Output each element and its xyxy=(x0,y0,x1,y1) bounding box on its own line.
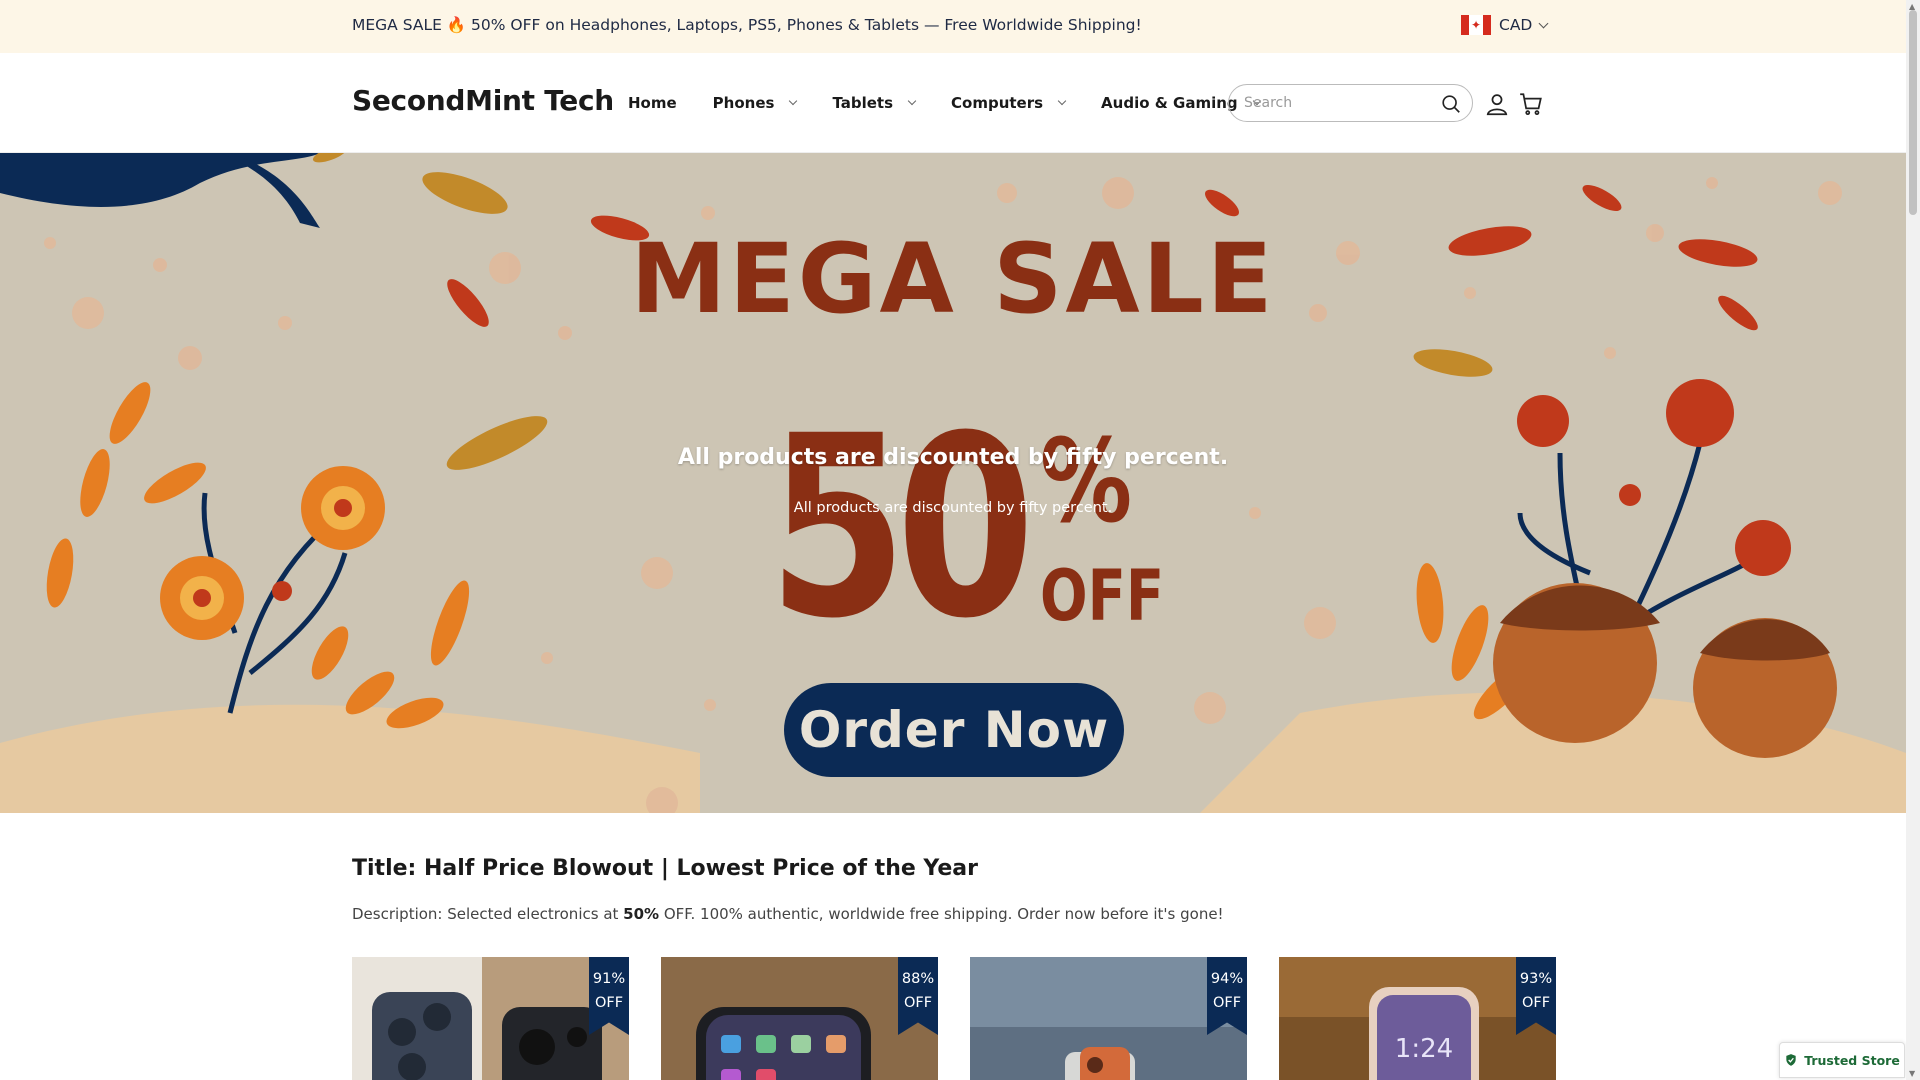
nav-item-label: Tablets xyxy=(832,94,894,112)
hero-percent-sign: % xyxy=(1040,415,1133,549)
trusted-store-label: Trusted Store xyxy=(1804,1052,1900,1068)
product-image xyxy=(970,957,1247,1080)
hero-discount-number: 50 xyxy=(768,382,1035,673)
nav-item-tablets[interactable]: Tablets xyxy=(832,94,917,112)
nav-item-computers[interactable]: Computers xyxy=(951,94,1067,112)
product-card[interactable]: 94% OFF xyxy=(970,957,1247,1080)
cart-icon[interactable] xyxy=(1518,91,1544,117)
discount-word: OFF xyxy=(1521,995,1551,1011)
product-image xyxy=(661,957,938,1080)
product-image: 1:24 xyxy=(1279,957,1556,1080)
collection-description-part: OFF. 100% authentic, worldwide free ship… xyxy=(659,905,1224,923)
hero-overlay-subheading: All products are discounted by fifty per… xyxy=(793,500,1113,516)
left-flowers xyxy=(160,466,385,640)
svg-text:1:24: 1:24 xyxy=(1395,1034,1453,1064)
page-scrollbar[interactable]: ▲ ▼ xyxy=(1906,0,1920,1080)
collection-title: Title: Half Price Blowout | Lowest Price… xyxy=(352,856,978,881)
discount-word: OFF xyxy=(1212,995,1242,1011)
trusted-store-badge[interactable]: Trusted Store xyxy=(1779,1042,1905,1078)
currency-label: CAD xyxy=(1499,16,1533,34)
nav-item-phones[interactable]: Phones xyxy=(712,94,798,112)
announcement-bar: MEGA SALE 🔥 50% OFF on Headphones, Lapto… xyxy=(0,0,1906,53)
nav-item-label: Home xyxy=(628,94,677,112)
right-flowers xyxy=(1517,379,1791,576)
discount-percent: 91% xyxy=(592,971,626,987)
collection-description-bold: 50% xyxy=(623,905,660,923)
product-card[interactable]: 88% OFF xyxy=(661,957,938,1080)
account-icon[interactable] xyxy=(1484,91,1510,117)
collection-description: Description: Selected electronics at 50%… xyxy=(352,905,1224,923)
currency-selector[interactable]: ✦ CAD xyxy=(1461,15,1549,35)
shield-check-icon xyxy=(1786,1054,1796,1066)
canada-flag-icon: ✦ xyxy=(1461,15,1491,35)
main-nav: Home Phones Tablets Computers Audio & Ga… xyxy=(628,94,1296,112)
discount-percent: 93% xyxy=(1519,971,1553,987)
hero-off-label: OFF xyxy=(1040,555,1165,637)
discount-percent: 94% xyxy=(1210,971,1244,987)
search-box xyxy=(1228,84,1473,122)
chevron-down-icon xyxy=(789,96,798,106)
chevron-down-icon xyxy=(1538,18,1549,28)
collection-description-part: Description: Selected electronics at xyxy=(352,905,624,923)
discount-word: OFF xyxy=(903,995,933,1011)
nav-item-label: Audio & Gaming xyxy=(1101,94,1238,112)
hero-overlay-heading: All products are discounted by fifty per… xyxy=(677,445,1229,470)
site-header: SecondMint Tech Home Phones Tablets Comp… xyxy=(0,53,1906,153)
product-image xyxy=(352,957,629,1080)
search-icon[interactable] xyxy=(1440,93,1462,115)
discount-percent: 88% xyxy=(901,971,935,987)
announcement-text[interactable]: MEGA SALE 🔥 50% OFF on Headphones, Lapto… xyxy=(352,16,1142,34)
product-card[interactable]: 1:24 93% OFF xyxy=(1279,957,1556,1080)
scrollbar-thumb[interactable] xyxy=(1909,10,1917,215)
chevron-down-icon xyxy=(907,96,917,106)
hero-banner[interactable]: MEGA SALE 50 % OFF All products are disc… xyxy=(0,153,1906,813)
order-now-button[interactable]: Order Now xyxy=(784,683,1124,777)
hill-shape xyxy=(0,704,700,813)
store-logo[interactable]: SecondMint Tech xyxy=(352,84,614,117)
search-input[interactable] xyxy=(1244,95,1434,111)
nav-item-home[interactable]: Home xyxy=(628,94,677,112)
product-card[interactable]: 91% OFF xyxy=(352,957,629,1080)
scroll-down-arrow-icon[interactable]: ▼ xyxy=(1909,1069,1915,1078)
chevron-down-icon xyxy=(1057,96,1067,106)
product-grid: 91% OFF 88% OFF 94% OFF 1:24 93% OFF xyxy=(352,957,1556,1080)
nav-item-label: Phones xyxy=(712,94,775,112)
nav-item-label: Computers xyxy=(951,94,1044,112)
discount-word: OFF xyxy=(594,995,624,1011)
hero-title: MEGA SALE xyxy=(630,223,1276,335)
